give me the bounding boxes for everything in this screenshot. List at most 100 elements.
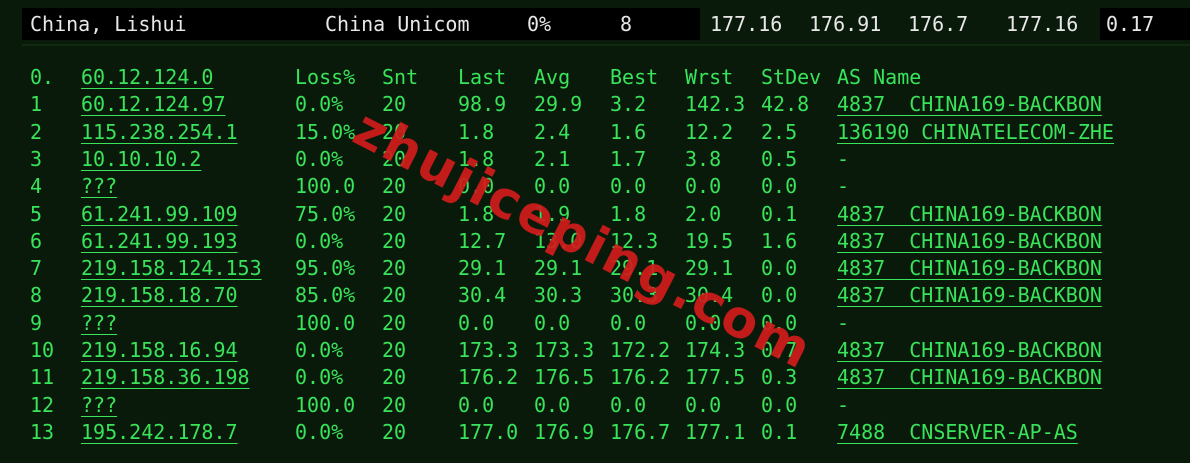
cell-avg: 1.9 [534,201,571,226]
cell-last: 173.3 [458,338,519,362]
table-row: 9??? 100.0 20 0.0 0.0 0.0 0.0 0.0 - [30,310,1180,337]
table-row: 5 61.241.99.109 75.0% 20 1.8 1.9 1.8 2.0 0.1 4837… [30,201,1180,228]
cell-snt: 20 [382,283,407,308]
cell-loss: 0.0% [295,338,344,362]
cell-as[interactable]: 136190 CHINATELECOM-ZHE [837,119,1114,146]
summary-best: 176.7 [908,12,969,36]
cell-host[interactable]: 115.238.254.1 [81,119,238,146]
cell-best: 0.0 [610,392,647,417]
cell-best: 0.0 [610,174,647,199]
cell-best: 29.1 [610,256,659,281]
header-best: Best [610,65,659,89]
header-hop: 0. [30,65,55,89]
summary-worst: 177.16 [1006,12,1079,36]
cell-host[interactable]: 219.158.124.153 [81,255,262,282]
cell-host[interactable]: 61.241.99.109 [81,201,238,228]
cell-snt: 20 [382,338,407,362]
cell-host[interactable]: 195.242.178.7 [81,419,238,446]
header-last: Last [458,65,507,89]
header-snt: Snt [382,65,419,89]
cell-hop: 4 [30,174,43,199]
table-row: 3 10.10.10.2 0.0% 20 1.8 2.1 1.7 3.8 0.5 - [30,146,1180,173]
table-row: 4??? 100.0 20 0.0 0.0 0.0 0.0 0.0 - [30,173,1180,200]
cell-as: - [837,146,850,171]
summary-sent: 8 [620,12,633,36]
cell-avg: 2.1 [534,146,571,171]
cell-hop: 13 [30,419,55,444]
cell-host[interactable]: 219.158.36.198 [81,364,250,391]
cell-hop: 6 [30,228,43,253]
cell-loss: 0.0% [295,92,344,117]
cell-snt: 20 [382,365,407,390]
cell-best: 176.7 [610,419,671,444]
cell-host[interactable]: 219.158.18.70 [81,282,238,309]
cell-as[interactable]: 4837 CHINA169-BACKBON [837,282,1102,309]
cell-host[interactable]: ??? [81,310,117,337]
cell-wrst: 29.1 [685,256,734,281]
divider [22,44,1190,46]
cell-loss: 75.0% [295,201,356,226]
cell-as[interactable]: 4837 CHINA169-BACKBON [837,364,1102,391]
terminal-screen: China, Lishui China Unicom 0% 8 177.16 1… [0,0,1190,463]
cell-avg: 29.9 [534,92,583,117]
cell-loss: 85.0% [295,283,356,308]
cell-last: 12.7 [458,228,507,253]
cell-wrst: 2.0 [685,201,722,226]
cell-last: 176.2 [458,365,519,390]
cell-snt: 20 [382,92,407,117]
cell-host[interactable]: 219.158.16.94 [81,337,238,364]
summary-loss: 0% [527,12,552,36]
cell-wrst: 30.4 [685,283,734,308]
summary-stdev: 0.17 [1106,12,1155,36]
cell-avg: 0.0 [534,310,571,335]
cell-last: 98.9 [458,92,507,117]
cell-host[interactable]: 60.12.124.97 [81,91,226,118]
cell-as: - [837,310,850,335]
cell-last: 0.0 [458,392,495,417]
cell-best: 1.6 [610,119,647,144]
cell-last: 0.0 [458,174,495,199]
cell-wrst: 0.0 [685,174,722,199]
table-row: 2 115.238.254.1 15.0% 20 1.8 2.4 1.6 12.2 2.5 136… [30,119,1180,146]
cell-host[interactable]: ??? [81,173,117,200]
cell-avg: 30.3 [534,283,583,308]
cell-as[interactable]: 4837 CHINA169-BACKBON [837,228,1102,255]
summary-avg: 176.91 [809,12,882,36]
cell-last: 30.4 [458,283,507,308]
cell-as: - [837,174,850,199]
summary-isp: China Unicom [325,12,470,36]
cell-loss: 15.0% [295,119,356,144]
cell-host[interactable]: 10.10.10.2 [81,146,201,173]
header-as: AS Name [837,65,922,89]
cell-as[interactable]: 7488 CNSERVER-AP-AS [837,419,1078,446]
cell-loss: 0.0% [295,146,344,171]
cell-wrst: 174.3 [685,338,746,362]
cell-snt: 20 [382,201,407,226]
cell-wrst: 0.0 [685,310,722,335]
cell-host[interactable]: ??? [81,392,117,419]
cell-best: 172.2 [610,338,671,362]
cell-hop: 3 [30,146,43,171]
summary-location: China, Lishui [30,12,187,36]
header-host[interactable]: 60.12.124.0 [81,64,213,91]
cell-snt: 20 [382,146,407,171]
cell-stdev: 0.1 [761,201,798,226]
cell-as[interactable]: 4837 CHINA169-BACKBON [837,201,1102,228]
cell-wrst: 0.0 [685,392,722,417]
cell-wrst: 177.1 [685,419,746,444]
cell-avg: 13.0 [534,228,583,253]
summary-row: China, Lishui China Unicom 0% 8 177.16 1… [22,8,1190,40]
cell-as[interactable]: 4837 CHINA169-BACKBON [837,255,1102,282]
cell-stdev: 0.0 [761,174,798,199]
cell-stdev: 0.0 [761,392,798,417]
mtr-header: 0. 60.12.124.0 Loss% Snt Last Avg Best W… [30,64,1180,91]
cell-loss: 100.0 [295,392,356,417]
cell-loss: 100.0 [295,174,356,199]
cell-host[interactable]: 61.241.99.193 [81,228,238,255]
cell-hop: 12 [30,392,55,417]
cell-loss: 0.0% [295,419,344,444]
cell-as[interactable]: 4837 CHINA169-BACKBON [837,91,1102,118]
cell-as[interactable]: 4837 CHINA169-BACKBON [837,337,1102,364]
cell-last: 177.0 [458,419,519,444]
cell-avg: 29.1 [534,256,583,281]
